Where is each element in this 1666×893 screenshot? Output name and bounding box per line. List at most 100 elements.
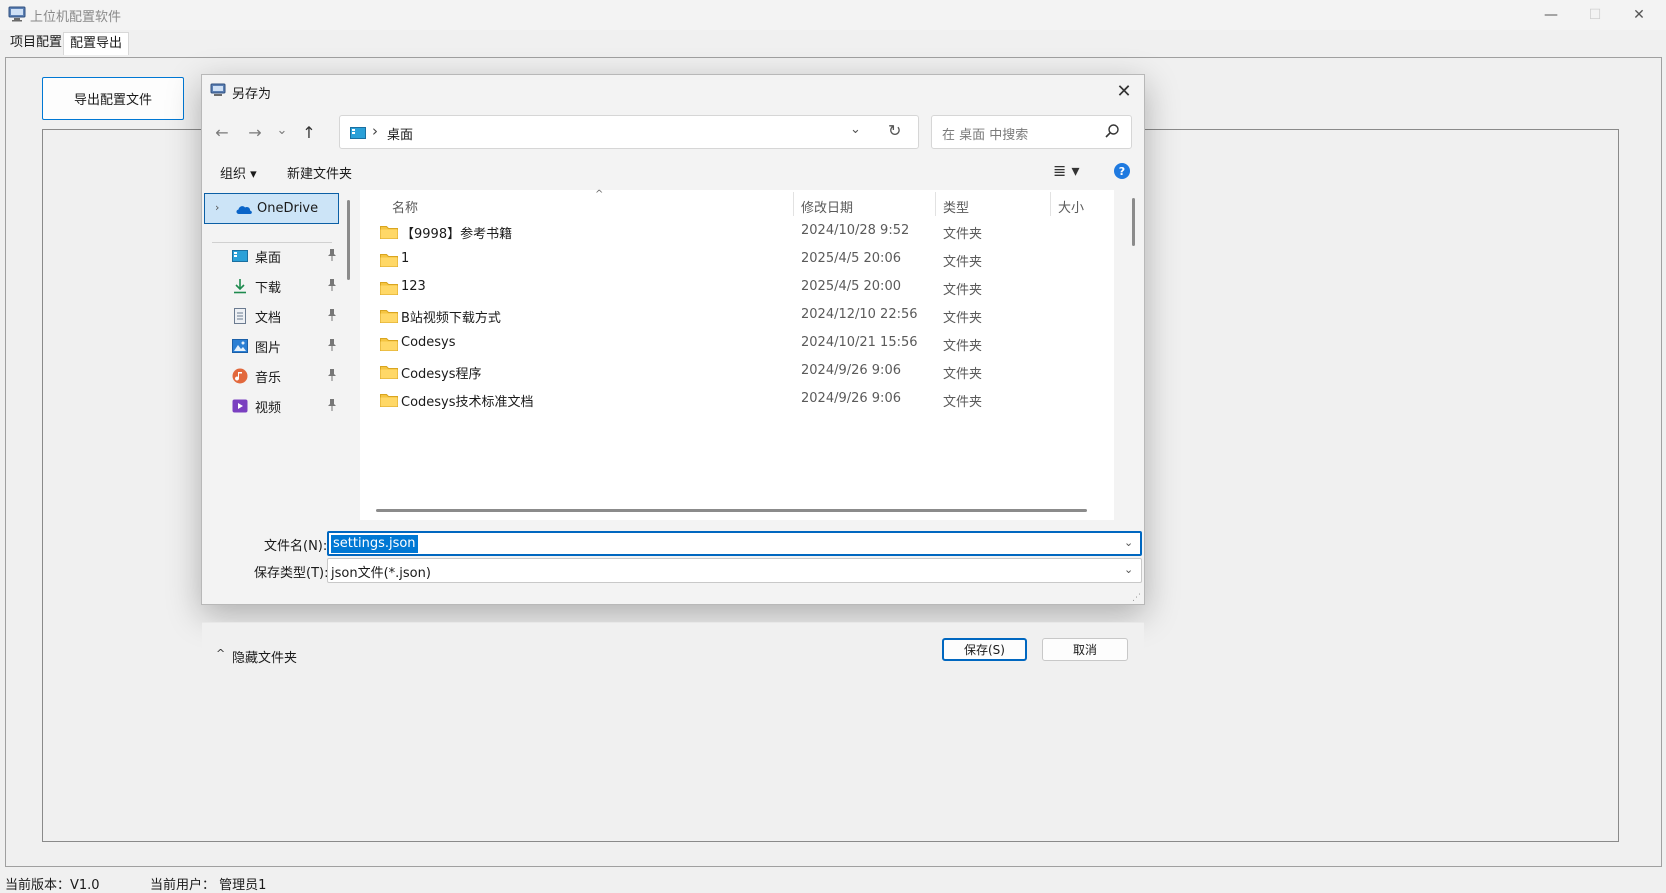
sort-ascending-icon: ^ xyxy=(595,189,604,200)
column-headers: ^ 名称 修改日期 类型 大小 xyxy=(360,189,1114,218)
app-icon xyxy=(8,6,26,22)
dialog-app-icon xyxy=(210,83,226,96)
file-list-vertical-scrollbar[interactable] xyxy=(1132,198,1135,246)
minimize-button[interactable]: — xyxy=(1529,0,1573,30)
nav-item-label: 音乐 xyxy=(255,371,282,386)
maximize-button[interactable]: ☐ xyxy=(1573,0,1617,30)
dialog-close-button[interactable]: ✕ xyxy=(1110,79,1138,103)
file-date: 2024/12/10 22:56 xyxy=(801,307,918,322)
address-bar[interactable]: › 桌面 ⌄ ↻ xyxy=(339,115,919,149)
table-row[interactable]: 123 2025/4/5 20:00 文件夹 xyxy=(360,274,1114,302)
chevron-down-icon[interactable]: ⌄ xyxy=(1124,563,1133,576)
filename-input[interactable]: settings.json ⌄ xyxy=(327,531,1142,556)
file-type: 文件夹 xyxy=(943,367,983,382)
pin-icon xyxy=(328,369,336,381)
table-row[interactable]: Codesys 2024/10/21 15:56 文件夹 xyxy=(360,330,1114,358)
back-arrow-icon[interactable]: ← xyxy=(208,118,236,146)
column-divider[interactable] xyxy=(935,192,936,216)
folder-icon xyxy=(380,254,398,267)
column-header-size[interactable]: 大小 xyxy=(1058,197,1084,216)
file-date: 2024/9/26 9:06 xyxy=(801,391,901,406)
tab-project-config[interactable]: 项目配置 xyxy=(4,32,69,54)
file-name: B站视频下载方式 xyxy=(401,311,501,326)
search-icon[interactable] xyxy=(1104,123,1120,139)
file-date: 2024/10/28 9:52 xyxy=(801,223,910,238)
file-name: 123 xyxy=(401,279,426,294)
pin-icon xyxy=(328,279,336,291)
video-icon xyxy=(232,399,248,413)
table-row[interactable]: Codesys技术标准文档 2024/9/26 9:06 文件夹 xyxy=(360,386,1114,414)
file-type: 文件夹 xyxy=(943,283,983,298)
table-row[interactable]: B站视频下载方式 2024/12/10 22:56 文件夹 xyxy=(360,302,1114,330)
save-button[interactable]: 保存(S) xyxy=(942,638,1027,661)
search-input[interactable]: 在 桌面 中搜索 xyxy=(931,115,1132,149)
table-row[interactable]: Codesys程序 2024/9/26 9:06 文件夹 xyxy=(360,358,1114,386)
desktop-icon xyxy=(350,127,366,139)
file-list-horizontal-scrollbar[interactable] xyxy=(376,509,1087,512)
recent-locations-icon[interactable]: ⌄ xyxy=(268,116,296,144)
file-type: 文件夹 xyxy=(943,339,983,354)
cancel-button[interactable]: 取消 xyxy=(1042,638,1128,661)
filetype-value: json文件(*.json) xyxy=(331,566,431,581)
download-icon xyxy=(234,279,246,294)
up-arrow-icon[interactable]: ↑ xyxy=(295,118,323,146)
hide-folders-label: 隐藏文件夹 xyxy=(232,651,298,666)
nav-item-music[interactable]: 音乐 xyxy=(202,362,342,390)
refresh-icon[interactable]: ↻ xyxy=(888,121,901,140)
folder-icon xyxy=(380,282,398,295)
nav-item-onedrive[interactable]: › OneDrive xyxy=(204,193,339,224)
pin-icon xyxy=(328,249,336,261)
filename-value[interactable]: settings.json xyxy=(331,535,418,553)
file-name: 【9998】参考书籍 xyxy=(401,227,513,242)
forward-arrow-icon[interactable]: → xyxy=(241,118,269,146)
table-row[interactable]: 【9998】参考书籍 2024/10/28 9:52 文件夹 xyxy=(360,218,1114,246)
tab-config-export[interactable]: 配置导出 xyxy=(63,32,130,55)
address-dropdown-icon[interactable]: ⌄ xyxy=(850,122,861,137)
column-header-name[interactable]: 名称 xyxy=(392,197,418,216)
column-header-date[interactable]: 修改日期 xyxy=(801,197,853,216)
nav-item-label: 桌面 xyxy=(255,251,282,266)
dialog-title: 另存为 xyxy=(232,87,272,102)
file-list: ^ 名称 修改日期 类型 大小 【9998】参考书籍 2024/10/28 9:… xyxy=(360,189,1114,520)
file-date: 2025/4/5 20:00 xyxy=(801,279,901,294)
new-folder-button[interactable]: 新建文件夹 xyxy=(287,163,352,182)
file-date: 2024/9/26 9:06 xyxy=(801,363,901,378)
picture-icon xyxy=(232,339,248,353)
breadcrumb-location[interactable]: 桌面 xyxy=(387,124,413,143)
status-version: 当前版本：V1.0 xyxy=(5,878,100,893)
filetype-select[interactable]: json文件(*.json) ⌄ xyxy=(327,558,1142,583)
column-header-type[interactable]: 类型 xyxy=(943,197,969,216)
close-button[interactable]: ✕ xyxy=(1617,0,1661,30)
view-options-icon[interactable]: ≣ ▾ xyxy=(1053,161,1080,180)
nav-item-documents[interactable]: 文档 xyxy=(202,302,342,330)
filename-label: 文件名(N): xyxy=(264,539,328,554)
column-divider[interactable] xyxy=(1050,192,1051,216)
nav-item-downloads[interactable]: 下载 xyxy=(202,272,342,300)
nav-item-label: 文档 xyxy=(255,311,282,326)
help-icon[interactable]: ? xyxy=(1114,163,1130,179)
chevron-down-icon[interactable]: ⌄ xyxy=(1124,536,1133,549)
column-divider[interactable] xyxy=(793,192,794,216)
pin-icon xyxy=(328,399,336,411)
file-date: 2025/4/5 20:06 xyxy=(801,251,901,266)
export-config-button[interactable]: 导出配置文件 xyxy=(42,77,184,120)
filetype-label: 保存类型(T): xyxy=(254,566,329,581)
music-icon xyxy=(232,368,248,384)
nav-item-videos[interactable]: 视频 xyxy=(202,392,342,420)
file-name: Codesys技术标准文档 xyxy=(401,395,534,410)
nav-item-pictures[interactable]: 图片 xyxy=(202,332,342,360)
nav-pane-scrollbar[interactable] xyxy=(347,200,350,280)
file-date: 2024/10/21 15:56 xyxy=(801,335,918,350)
nav-item-desktop[interactable]: 桌面 xyxy=(202,242,342,270)
folder-icon xyxy=(380,338,398,351)
nav-item-label: 下载 xyxy=(255,281,282,296)
resize-grip-icon[interactable]: ⋰ xyxy=(1132,593,1141,603)
file-type: 文件夹 xyxy=(943,255,983,270)
expand-chevron-icon[interactable]: › xyxy=(215,201,219,214)
organize-button[interactable]: 组织 ▾ xyxy=(220,163,257,182)
folder-icon xyxy=(380,310,398,323)
desktop-icon xyxy=(232,250,248,262)
file-name: Codesys程序 xyxy=(401,367,482,382)
folder-icon xyxy=(380,366,398,379)
table-row[interactable]: 1 2025/4/5 20:06 文件夹 xyxy=(360,246,1114,274)
